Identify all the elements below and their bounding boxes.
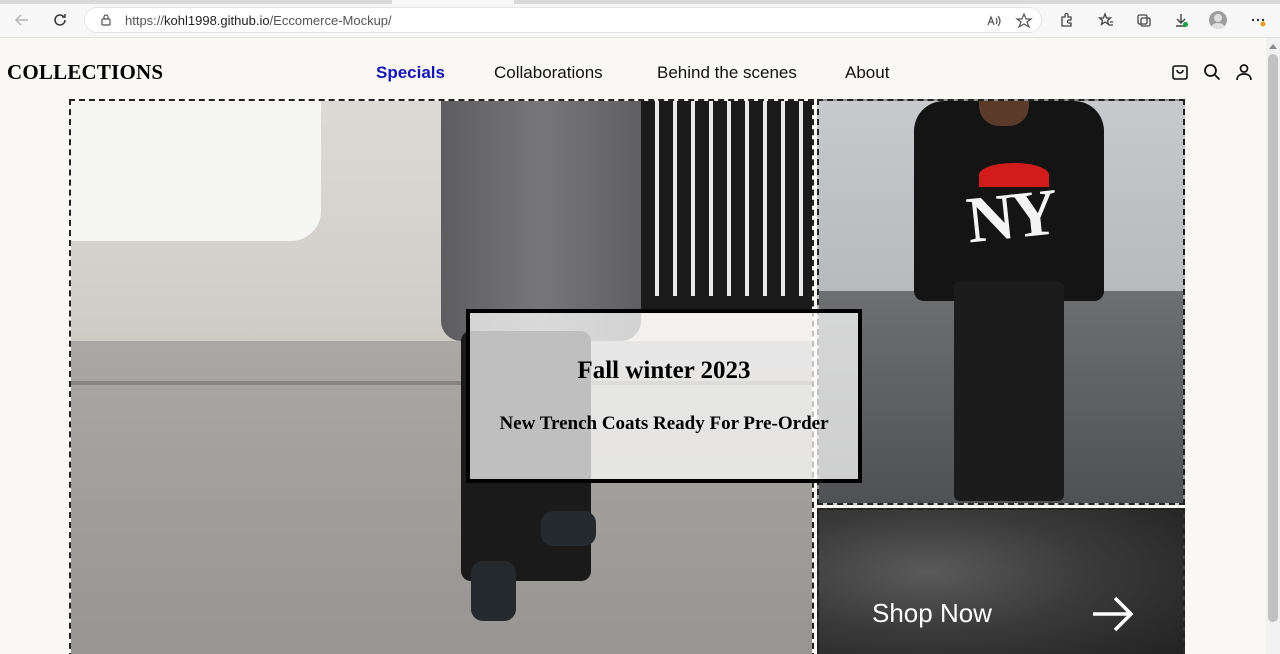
address-bar[interactable]: https://kohl1998.github.io/Eccomerce-Moc…: [84, 7, 1042, 33]
scroll-up-icon[interactable]: [1269, 44, 1277, 49]
trench-coat: [441, 101, 641, 341]
right-shoe: [541, 511, 596, 546]
gate-bars: [637, 101, 812, 296]
promo-title: Fall winter 2023: [577, 357, 751, 384]
url-host: kohl1998.github.io: [164, 13, 270, 28]
avatar-icon: [1209, 11, 1227, 29]
browser-toolbar: https://kohl1998.github.io/Eccomerce-Moc…: [0, 0, 1280, 38]
nav-item-collaborations[interactable]: Collaborations: [494, 63, 603, 83]
page-scrollbar[interactable]: [1266, 38, 1280, 654]
scrollbar-thumb[interactable]: [1268, 54, 1278, 622]
downloads-icon[interactable]: [1169, 9, 1193, 31]
hero-side-image[interactable]: NY: [817, 99, 1185, 505]
refresh-icon[interactable]: [48, 9, 72, 31]
profile-avatar[interactable]: [1206, 9, 1230, 31]
page: COLLECTIONS Specials Collaborations Behi…: [0, 38, 1266, 654]
url-text[interactable]: https://kohl1998.github.io/Eccomerce-Moc…: [125, 13, 392, 28]
nav-item-behind-the-scenes[interactable]: Behind the scenes: [657, 63, 797, 83]
search-icon[interactable]: [1202, 62, 1222, 82]
nav-item-specials[interactable]: Specials: [376, 63, 445, 83]
read-aloud-icon[interactable]: [985, 12, 1003, 30]
user-icon[interactable]: [1234, 62, 1254, 82]
collections-icon[interactable]: [1132, 9, 1156, 31]
lock-icon[interactable]: [99, 13, 113, 27]
brand-logo[interactable]: COLLECTIONS: [7, 60, 163, 85]
shop-now-banner[interactable]: Shop Now: [817, 508, 1185, 654]
extensions-icon[interactable]: [1054, 9, 1078, 31]
wall-highlight: [71, 101, 321, 241]
tab-strip: [0, 0, 1280, 4]
arrow-right-icon[interactable]: [1091, 594, 1135, 634]
promo-box[interactable]: Fall winter 2023 New Trench Coats Ready …: [466, 309, 862, 483]
promo-subtitle: New Trench Coats Ready For Pre-Order: [499, 413, 829, 434]
favorites-icon[interactable]: [1094, 9, 1118, 31]
shop-now-label[interactable]: Shop Now: [872, 598, 992, 629]
shopping-bag-icon[interactable]: [1170, 62, 1190, 82]
url-path: /Eccomerce-Mockup/: [269, 13, 392, 28]
url-prefix: https://: [125, 13, 165, 28]
more-menu-icon[interactable]: [1246, 9, 1270, 31]
active-tab[interactable]: [392, 0, 514, 4]
sweater-ny-graphic: NY: [963, 175, 1058, 258]
nav-item-about[interactable]: About: [845, 63, 889, 83]
left-shoe: [471, 561, 516, 621]
model-pants: [954, 281, 1064, 501]
add-favorite-icon[interactable]: [1015, 12, 1033, 30]
back-icon[interactable]: [10, 9, 34, 31]
